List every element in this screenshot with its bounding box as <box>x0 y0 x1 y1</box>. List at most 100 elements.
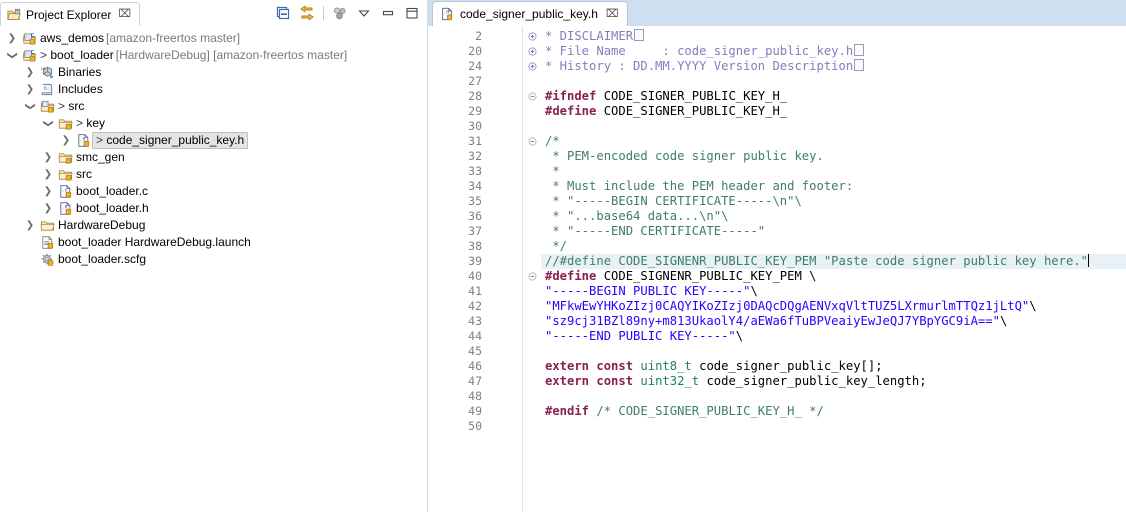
fold-collapse-icon[interactable] <box>523 89 541 104</box>
tree-item-smc-gen[interactable]: ❯smc_gen <box>0 149 428 166</box>
line-number: 50 <box>428 419 490 434</box>
code-line[interactable]: * "-----BEGIN CERTIFICATE-----\n"\ <box>541 194 1126 209</box>
link-with-editor-icon[interactable] <box>297 4 317 22</box>
collapsed-region-marker[interactable] <box>854 59 864 71</box>
fold-expand-icon[interactable] <box>523 44 541 59</box>
collapse-all-icon[interactable] <box>273 4 293 22</box>
code-line[interactable]: "-----BEGIN PUBLIC KEY-----"\ <box>541 284 1126 299</box>
chevron-right-icon[interactable]: ❯ <box>40 149 56 166</box>
fold-expand-icon[interactable] <box>523 59 541 74</box>
code-line[interactable] <box>541 74 1126 89</box>
fold-expand-icon[interactable] <box>523 29 541 44</box>
code-line[interactable]: #ifndef CODE_SIGNER_PUBLIC_KEY_H_ <box>541 89 1126 104</box>
chevron-right-icon[interactable]: ❯ <box>40 166 56 183</box>
fold-empty <box>523 329 541 344</box>
minimize-icon[interactable] <box>378 4 398 22</box>
line-number: 41 <box>428 284 490 299</box>
code-line[interactable]: * "-----END CERTIFICATE-----" <box>541 224 1126 239</box>
code-line[interactable] <box>541 119 1126 134</box>
chevron-down-icon[interactable] <box>354 4 374 22</box>
line-number: 27 <box>428 74 490 89</box>
code-line[interactable] <box>541 419 1126 434</box>
code-token: * Must include the PEM header and footer… <box>545 179 853 193</box>
editor-tab-label: code_signer_public_key.h <box>460 7 598 21</box>
tree-item-hardwaredebug[interactable]: ❯HardwareDebug <box>0 217 428 234</box>
code-line[interactable]: * History : DD.MM.YYYY Version Descripti… <box>541 59 1126 74</box>
chevron-down-icon[interactable]: ❯ <box>40 116 57 132</box>
chevron-down-icon[interactable]: ❯ <box>22 99 39 115</box>
line-number: 30 <box>428 119 490 134</box>
tree-item-includes[interactable]: ❯hIncludes <box>0 81 428 98</box>
code-line[interactable]: * "...base64 data...\n"\ <box>541 209 1126 224</box>
tree-item-boot-loader[interactable]: ❯C> boot_loader [HardwareDebug] [amazon-… <box>0 47 428 64</box>
tree-item-src[interactable]: ❯> src <box>0 98 428 115</box>
code-line-current[interactable]: //#define CODE_SIGNENR_PUBLIC_KEY_PEM "P… <box>541 254 1126 269</box>
fold-empty <box>523 254 541 269</box>
chevron-right-icon[interactable]: ❯ <box>22 64 38 81</box>
tree-item-aws-demos[interactable]: ❯Caws_demos [amazon-freertos master] <box>0 30 428 47</box>
close-icon[interactable]: ⌧ <box>606 9 619 20</box>
close-icon[interactable]: ⌧ <box>118 9 131 20</box>
chevron-down-icon[interactable]: ❯ <box>4 48 21 64</box>
code-line[interactable]: #define CODE_SIGNER_PUBLIC_KEY_H_ <box>541 104 1126 119</box>
chevron-right-icon[interactable]: ❯ <box>58 132 74 149</box>
code-line[interactable]: * DISCLAIMER <box>541 29 1126 44</box>
collapsed-region-marker[interactable] <box>854 44 864 56</box>
chevron-right-icon[interactable]: ❯ <box>22 217 38 234</box>
tree-item-label: Binaries <box>56 64 103 81</box>
includes-icon: h <box>38 82 56 97</box>
code-line[interactable]: extern const uint8_t code_signer_public_… <box>541 359 1126 374</box>
fold-empty <box>523 359 541 374</box>
code-line[interactable]: */ <box>541 239 1126 254</box>
code-line[interactable]: * Must include the PEM header and footer… <box>541 179 1126 194</box>
code-line[interactable]: #endif /* CODE_SIGNER_PUBLIC_KEY_H_ */ <box>541 404 1126 419</box>
tree-item-key[interactable]: ❯> key <box>0 115 428 132</box>
tree-item-binaries[interactable]: ❯10Binaries <box>0 64 428 81</box>
code-line[interactable] <box>541 344 1126 359</box>
project-tree[interactable]: ❯Caws_demos [amazon-freertos master]❯C> … <box>0 26 428 516</box>
line-number: 2 <box>428 29 490 44</box>
maximize-icon[interactable] <box>402 4 422 22</box>
code-token: \ <box>1029 299 1036 313</box>
folding-column[interactable] <box>523 26 541 512</box>
tab-code-signer-public-key-h[interactable]: .h code_signer_public_key.h ⌧ <box>432 1 628 26</box>
project-explorer-view: Project Explorer ⌧ <box>0 0 428 512</box>
tree-item-boot-loader-c[interactable]: ❯.cboot_loader.c <box>0 183 428 200</box>
code-line[interactable]: "sz9cj31BZl89ny+m813UkaolY4/aEWa6fTuBPVe… <box>541 314 1126 329</box>
fold-empty <box>523 224 541 239</box>
fold-collapse-icon[interactable] <box>523 269 541 284</box>
tree-item-code-signer-public-key-h[interactable]: ❯.h> code_signer_public_key.h <box>0 132 428 149</box>
code-line[interactable] <box>541 389 1126 404</box>
code-line[interactable]: "-----END PUBLIC KEY-----"\ <box>541 329 1126 344</box>
code-token: * <box>545 164 560 178</box>
code-line[interactable]: #define CODE_SIGNENR_PUBLIC_KEY_PEM \ <box>541 269 1126 284</box>
svg-text:h: h <box>43 86 46 92</box>
code-token: #endif <box>545 404 589 418</box>
chevron-right-icon[interactable]: ❯ <box>40 200 56 217</box>
tree-item-boot-loader-hardwaredebug-launch[interactable]: boot_loader HardwareDebug.launch <box>0 234 428 251</box>
tree-item-src[interactable]: ❯src <box>0 166 428 183</box>
c-project-icon: C <box>20 31 38 46</box>
collapsed-region-marker[interactable] <box>634 29 644 41</box>
fold-empty <box>523 374 541 389</box>
tab-project-explorer[interactable]: Project Explorer ⌧ <box>0 2 140 26</box>
code-token: * "-----BEGIN CERTIFICATE-----\n"\ <box>545 194 802 208</box>
fold-collapse-icon[interactable] <box>523 134 541 149</box>
code-line[interactable]: * File Name : code_signer_public_key.h <box>541 44 1126 59</box>
code-line[interactable]: * PEM-encoded code signer public key. <box>541 149 1126 164</box>
fold-empty <box>523 419 541 434</box>
chevron-right-icon[interactable]: ❯ <box>40 183 56 200</box>
code-line[interactable]: "MFkwEwYHKoZIzj0CAQYIKoZIzj0DAQcDQgAENVx… <box>541 299 1126 314</box>
svg-text:C: C <box>30 32 34 38</box>
chevron-right-icon[interactable]: ❯ <box>4 30 20 47</box>
tree-item-boot-loader-h[interactable]: ❯.hboot_loader.h <box>0 200 428 217</box>
chevron-right-icon[interactable]: ❯ <box>22 81 38 98</box>
tree-item-boot-loader-scfg[interactable]: boot_loader.scfg <box>0 251 428 268</box>
code-line[interactable]: * <box>541 164 1126 179</box>
code-token: \ <box>736 329 743 343</box>
code-token: uint8_t <box>640 359 691 373</box>
source-code-text[interactable]: * DISCLAIMER* File Name : code_signer_pu… <box>541 26 1126 512</box>
view-menu-icon[interactable] <box>330 4 350 22</box>
code-line[interactable]: /* <box>541 134 1126 149</box>
code-line[interactable]: extern const uint32_t code_signer_public… <box>541 374 1126 389</box>
